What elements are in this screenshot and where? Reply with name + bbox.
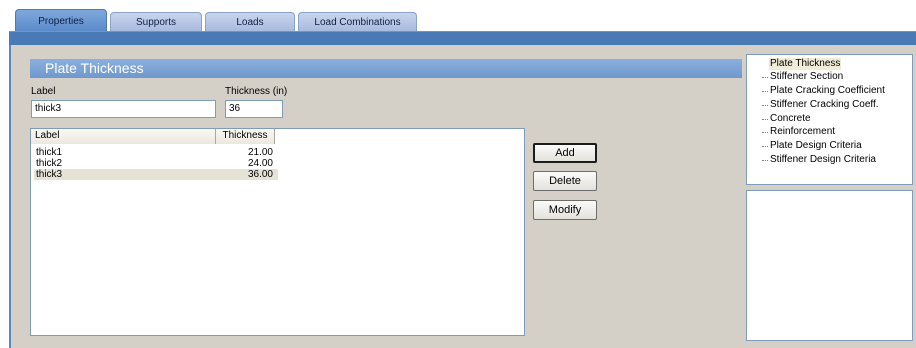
tab-supports[interactable]: Supports <box>110 12 202 32</box>
row-thickness: 24.00 <box>247 158 273 169</box>
tree-item-label: Concrete <box>770 113 811 124</box>
tab-label: Loads <box>236 17 264 28</box>
column-header-thickness[interactable]: Thickness <box>216 129 275 144</box>
delete-button[interactable]: Delete <box>533 171 597 191</box>
label-input[interactable]: thick3 <box>31 100 216 118</box>
tab-load-combinations[interactable]: Load Combinations <box>298 12 417 32</box>
description-panel <box>746 190 913 341</box>
tree-item-label: Plate Design Criteria <box>770 140 862 151</box>
thickness-table[interactable]: Label Thickness thick1 21.00 thick2 24.0… <box>30 128 525 336</box>
tree-item-label: Stiffener Design Criteria <box>770 154 876 165</box>
table-row-selected[interactable]: thick3 36.00 <box>34 169 278 180</box>
tree-item-label: Plate Cracking Coefficient <box>770 85 885 96</box>
tab-label: Properties <box>38 15 84 27</box>
tab-properties[interactable]: Properties <box>15 9 107 32</box>
tree-item-label: Stiffener Cracking Coeff. <box>770 99 879 110</box>
tree-item-label: Reinforcement <box>770 126 836 137</box>
tab-label: Load Combinations <box>314 17 401 28</box>
row-thickness: 21.00 <box>247 147 273 158</box>
modify-button[interactable]: Modify <box>533 200 597 220</box>
tree-item-label: Plate Thickness <box>769 58 842 70</box>
property-tree[interactable]: Plate Thickness Stiffener Section Plate … <box>746 54 913 185</box>
row-label: thick2 <box>36 158 63 169</box>
row-thickness: 36.00 <box>247 169 273 180</box>
tree-item-label: Stiffener Section <box>770 71 844 82</box>
table-row[interactable]: thick1 21.00 <box>34 147 278 158</box>
tab-strip: Properties Supports Loads Load Combinati… <box>0 0 916 32</box>
row-label: thick3 <box>36 169 63 180</box>
tab-loads[interactable]: Loads <box>205 12 295 32</box>
add-button[interactable]: Add <box>533 143 597 163</box>
label-caption: Label <box>31 86 56 97</box>
column-header-label[interactable]: Label <box>31 129 216 144</box>
row-label: thick1 <box>36 147 63 158</box>
section-title: Plate Thickness <box>45 60 144 76</box>
thickness-input[interactable]: 36 <box>225 100 283 118</box>
tab-label: Supports <box>135 17 177 28</box>
thickness-caption: Thickness (in) <box>225 86 288 97</box>
table-row[interactable]: thick2 24.00 <box>34 158 278 169</box>
tab-underline-bar <box>9 31 916 45</box>
table-header: Label Thickness <box>31 129 275 144</box>
